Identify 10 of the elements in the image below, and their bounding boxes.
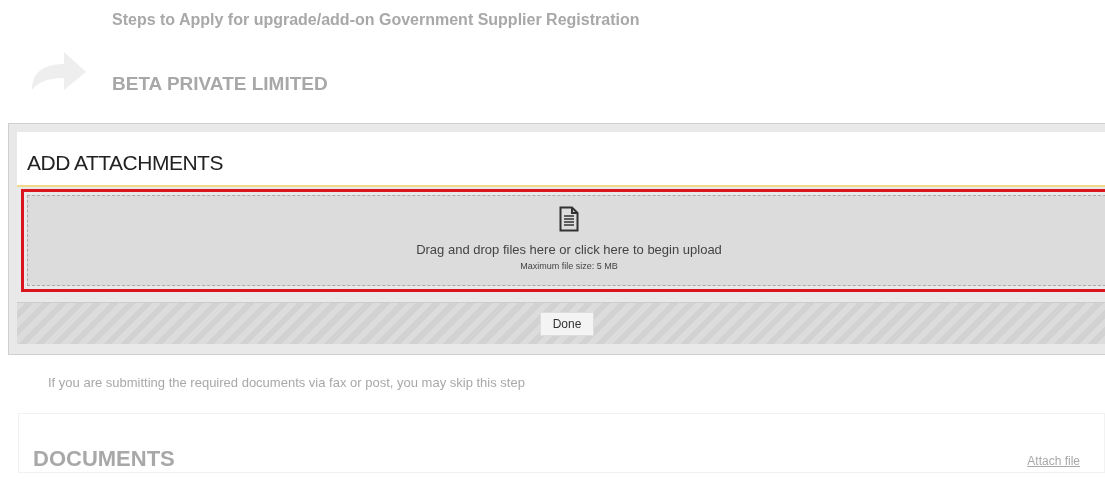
documents-heading: DOCUMENTS (33, 444, 175, 472)
modal-title: ADD ATTACHMENTS (27, 150, 224, 176)
skip-step-note: If you are submitting the required documents via fax or post, you may skip this step (47, 374, 526, 393)
company-name: BETA PRIVATE LIMITED (112, 72, 329, 96)
page-title: Steps to Apply for upgrade/add-on Government Supplier Registration (112, 10, 640, 30)
upload-dropzone[interactable]: Drag and drop files here or click here to begin upload Maximum file size: 5 MB (27, 195, 1105, 287)
file-size-limit: Maximum file size: 5 MB (519, 259, 619, 273)
upload-instructions: Drag and drop files here or click here to begin upload (415, 241, 723, 260)
done-button[interactable]: Done (539, 311, 595, 336)
document-icon (559, 206, 579, 233)
